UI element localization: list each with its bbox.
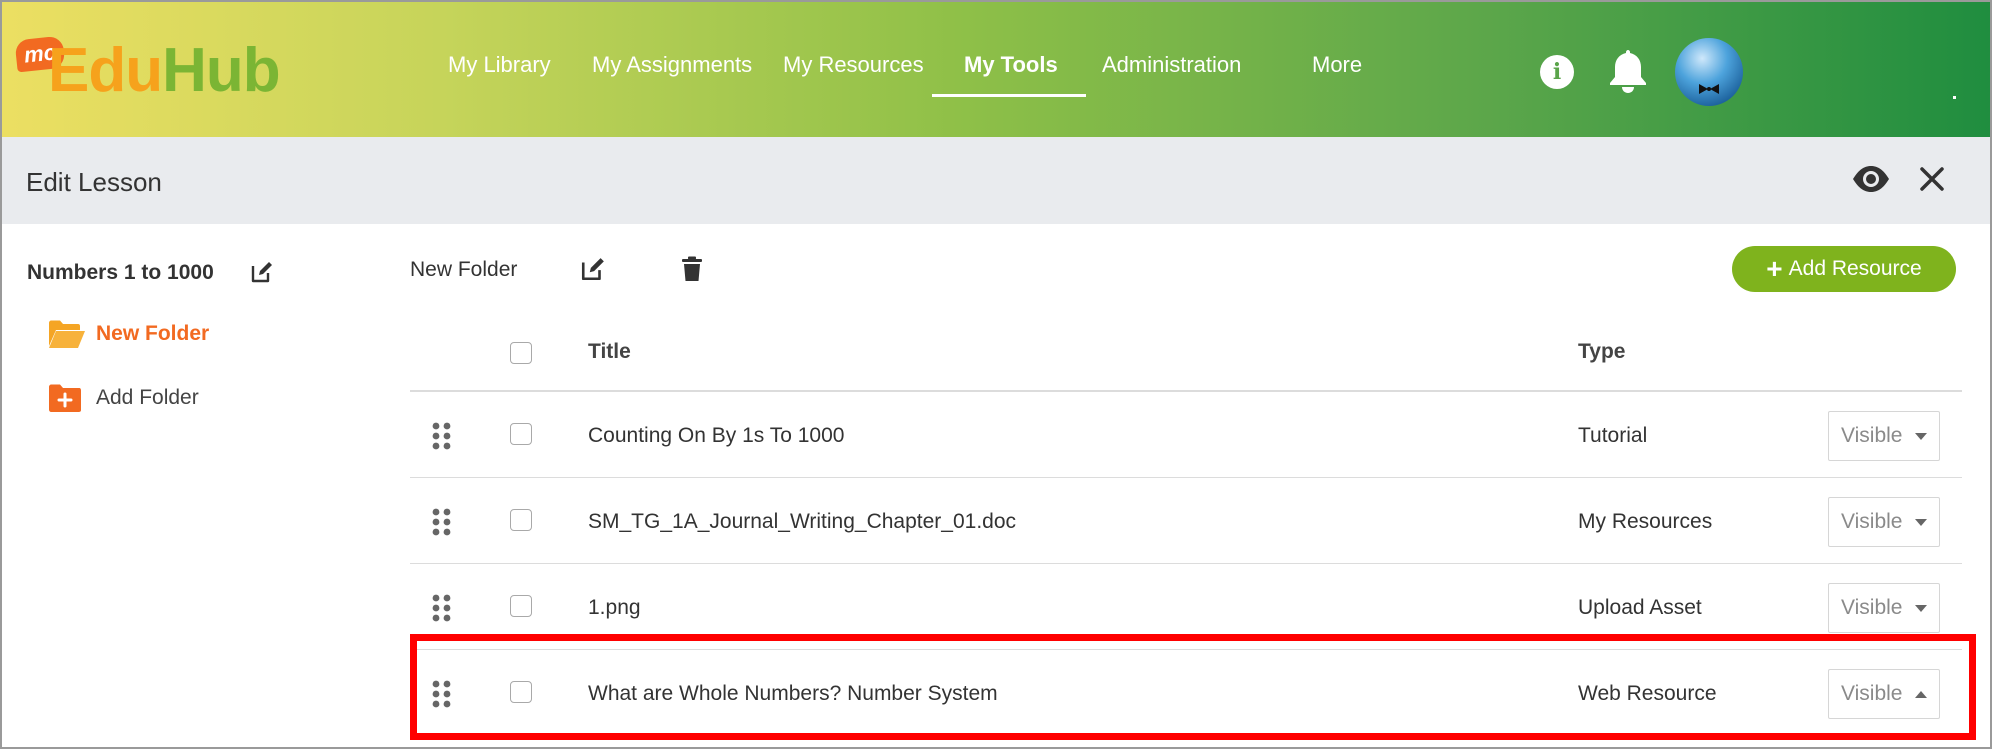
edit-lesson-header: Edit Lesson	[2, 137, 1990, 224]
active-tab-indicator	[932, 94, 1086, 97]
edit-folder-icon[interactable]	[580, 256, 606, 282]
drag-handle-icon[interactable]	[432, 422, 452, 450]
visibility-dropdown[interactable]: Visible	[1828, 583, 1940, 633]
caret-down-icon	[1915, 433, 1927, 440]
row-checkbox[interactable]	[510, 423, 532, 445]
info-icon[interactable]: i	[1540, 55, 1574, 89]
resource-title[interactable]: What are Whole Numbers? Number System	[588, 682, 998, 706]
current-folder-name: New Folder	[410, 258, 518, 281]
logo-wordmark: EduHub	[48, 40, 281, 102]
visibility-value: Visible	[1841, 682, 1903, 705]
nav-my-assignments[interactable]: My Assignments	[592, 52, 752, 78]
nav-more[interactable]: More	[1312, 52, 1362, 78]
visibility-value: Visible	[1841, 510, 1903, 533]
preview-eye-icon[interactable]	[1851, 163, 1891, 195]
visibility-value: Visible	[1841, 596, 1903, 619]
delete-folder-icon[interactable]	[680, 256, 704, 282]
select-all-checkbox[interactable]	[510, 342, 532, 364]
row-checkbox[interactable]	[510, 509, 532, 531]
nav-my-tools[interactable]: My Tools	[964, 52, 1058, 78]
resource-title[interactable]: 1.png	[588, 596, 641, 620]
table-header: Title Type	[410, 312, 1962, 392]
sidebar-add-folder[interactable]: Add Folder	[48, 380, 199, 416]
folder-open-icon	[49, 320, 85, 348]
caret-down-icon	[1915, 605, 1927, 612]
drag-handle-icon[interactable]	[432, 594, 452, 622]
resource-type: Tutorial	[1578, 424, 1648, 447]
app-window: mc EduHub My Library My Assignments My R…	[0, 0, 1992, 749]
drag-handle-icon[interactable]	[432, 680, 452, 708]
folder-add-icon	[49, 384, 81, 412]
sidebar-folder-new-folder[interactable]: New Folder	[48, 316, 209, 352]
close-icon[interactable]	[1916, 163, 1948, 195]
resource-type: Upload Asset	[1578, 596, 1702, 619]
resource-type: Web Resource	[1578, 682, 1717, 705]
column-header-type: Type	[1578, 340, 1626, 363]
user-avatar[interactable]	[1675, 38, 1743, 106]
visibility-dropdown[interactable]: Visible	[1828, 411, 1940, 461]
column-header-title: Title	[588, 340, 631, 363]
table-row: What are Whole Numbers? Number System We…	[410, 650, 1962, 736]
drag-handle-icon[interactable]	[432, 508, 452, 536]
resources-table: Title Type Counting On By 1s To 1000 Tut…	[410, 312, 1962, 736]
caret-up-icon	[1915, 691, 1927, 698]
nav-my-resources[interactable]: My Resources	[783, 52, 924, 78]
lesson-name: Numbers 1 to 1000	[27, 261, 214, 284]
logo-text-hub: Hub	[162, 36, 281, 105]
lesson-sidebar: Numbers 1 to 1000 New Folder Add Folder	[2, 224, 362, 747]
caret-down-icon	[1915, 519, 1927, 526]
visibility-dropdown[interactable]: Visible	[1828, 669, 1940, 719]
notification-bell-icon[interactable]	[1606, 46, 1650, 94]
folder-label: New Folder	[96, 322, 210, 345]
folder-label: Add Folder	[96, 386, 199, 409]
logo-text-edu: Edu	[48, 36, 163, 105]
plus-icon: +	[1766, 253, 1783, 284]
row-checkbox[interactable]	[510, 595, 532, 617]
table-row: 1.png Upload Asset Visible	[410, 564, 1962, 650]
resource-type: My Resources	[1578, 510, 1713, 533]
top-nav-bar: mc EduHub My Library My Assignments My R…	[2, 2, 1990, 137]
bowtie-icon	[1699, 84, 1719, 94]
page-title: Edit Lesson	[26, 167, 162, 197]
eduhub-logo[interactable]: mc EduHub	[14, 34, 281, 114]
table-row: SM_TG_1A_Journal_Writing_Chapter_01.doc …	[410, 478, 1962, 564]
visibility-value: Visible	[1841, 424, 1903, 447]
edit-lesson-name-icon[interactable]	[250, 260, 274, 284]
nav-dot	[1953, 96, 1956, 99]
resource-title[interactable]: Counting On By 1s To 1000	[588, 424, 844, 448]
add-resource-button[interactable]: + Add Resource	[1732, 246, 1956, 292]
visibility-dropdown[interactable]: Visible	[1828, 497, 1940, 547]
row-checkbox[interactable]	[510, 681, 532, 703]
table-row: Counting On By 1s To 1000 Tutorial Visib…	[410, 392, 1962, 478]
add-resource-label: Add Resource	[1788, 257, 1922, 280]
nav-my-library[interactable]: My Library	[448, 52, 551, 78]
nav-administration[interactable]: Administration	[1102, 52, 1241, 78]
resource-title[interactable]: SM_TG_1A_Journal_Writing_Chapter_01.doc	[588, 510, 1016, 534]
